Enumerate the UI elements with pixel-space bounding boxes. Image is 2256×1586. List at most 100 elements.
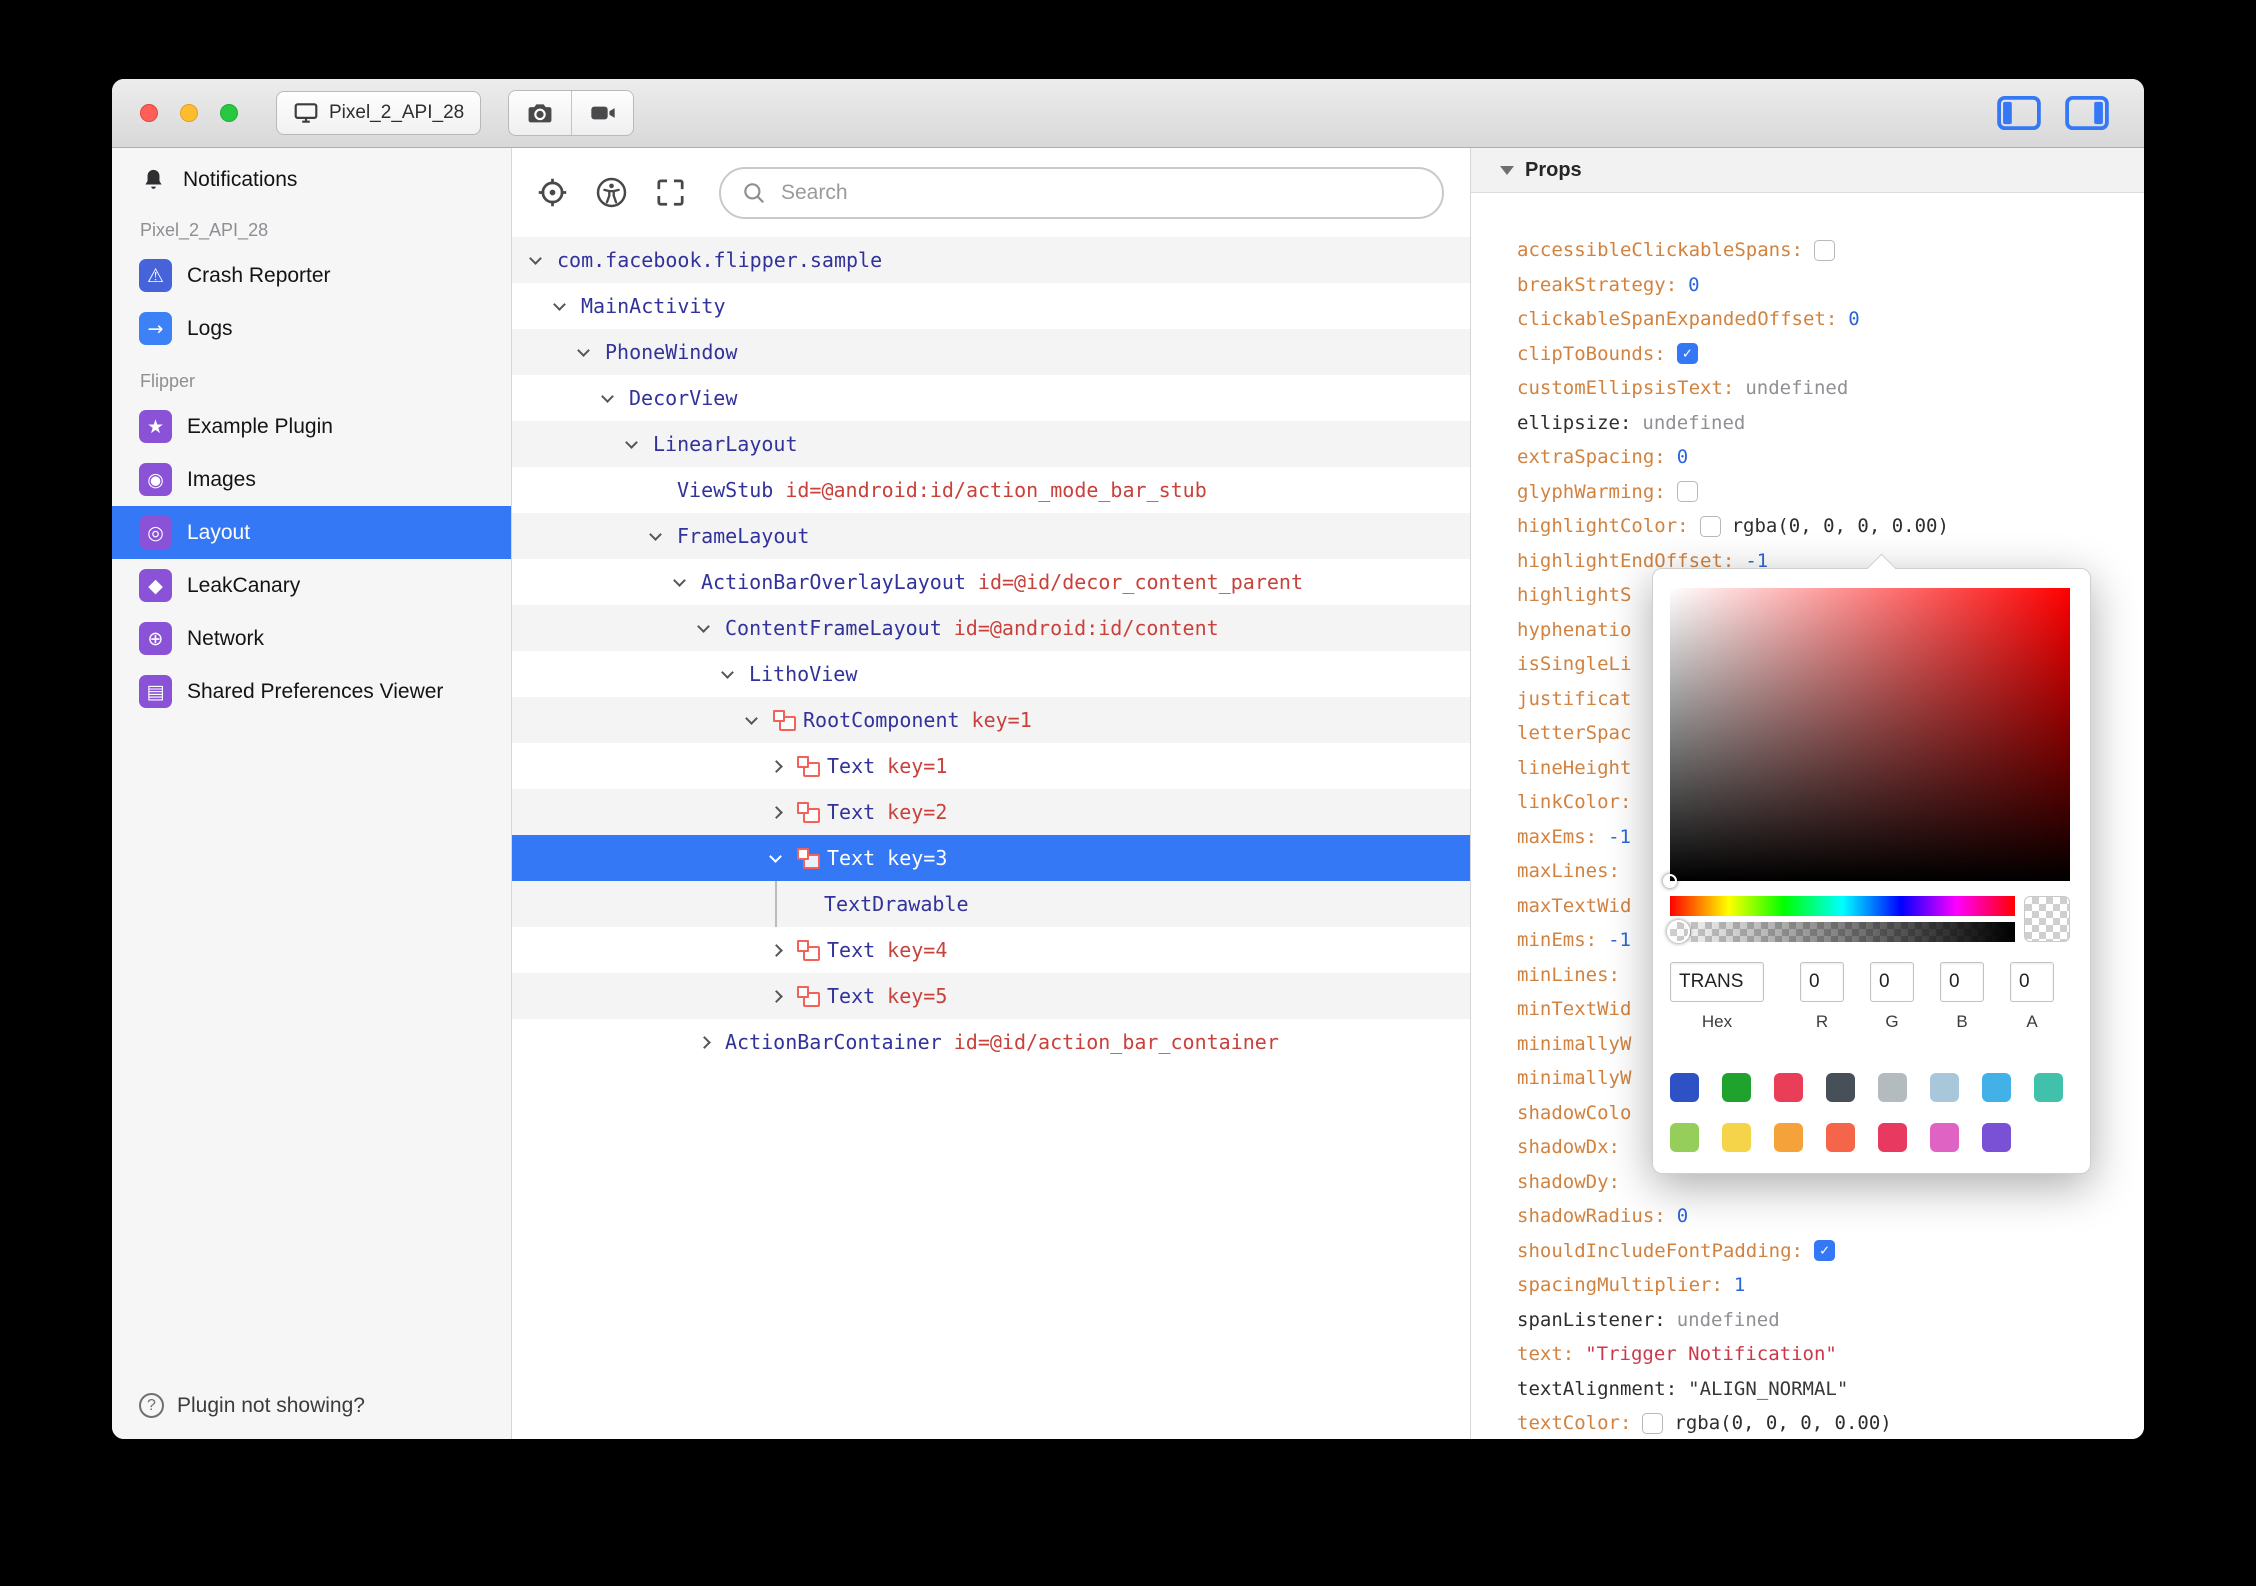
preset-color-swatch[interactable] [1930, 1073, 1959, 1102]
target-mode-button[interactable] [536, 176, 569, 209]
tree-expander-expanded-icon[interactable] [601, 375, 629, 421]
saturation-cursor[interactable] [1663, 874, 1677, 888]
prop-checkbox[interactable] [1642, 1412, 1664, 1434]
alpha-slider[interactable] [1667, 920, 2015, 943]
tree-row-text-key-4[interactable]: Text key=4 [512, 927, 1470, 973]
tree-row-actionbaroverlaylayout-id-id-decor-content-parent[interactable]: ActionBarOverlayLayout id=@id/decor_conte… [512, 559, 1470, 605]
tree-expander-collapsed-icon[interactable] [770, 743, 797, 789]
expand-tree-button[interactable] [654, 176, 687, 209]
prop-value: "ALIGN_NORMAL" [1688, 1377, 1849, 1400]
tree-expander-expanded-icon[interactable] [553, 283, 581, 329]
preset-color-swatch[interactable] [1982, 1073, 2011, 1102]
alpha-input[interactable] [2010, 962, 2054, 1002]
tree-row-viewstub-id-android-id-action-mode-bar-stub[interactable]: ViewStub id=@android:id/action_mode_bar_s… [512, 467, 1470, 513]
tree-row-text-key-1[interactable]: Text key=1 [512, 743, 1470, 789]
a-label: A [2026, 1012, 2038, 1031]
tree-row-mainactivity[interactable]: MainActivity [512, 283, 1470, 329]
alpha-cursor[interactable] [1667, 920, 1690, 943]
toggle-left-sidebar-button[interactable] [1996, 95, 2042, 131]
sidebar-item-network[interactable]: ⊕ Network [112, 612, 511, 665]
sidebar-item-notifications[interactable]: Notifications [112, 156, 511, 204]
device-selector-button[interactable]: Pixel_2_API_28 [276, 91, 482, 135]
preset-color-swatch[interactable] [1982, 1123, 2011, 1152]
tree-expander-expanded-icon[interactable] [577, 329, 605, 375]
toggle-right-sidebar-button[interactable] [2064, 95, 2110, 131]
preset-color-swatch[interactable] [1774, 1073, 1803, 1102]
tree-row-framelayout[interactable]: FrameLayout [512, 513, 1470, 559]
tree-expander-expanded-icon[interactable] [529, 237, 557, 283]
alpha-gradient [1670, 922, 2015, 942]
minimize-window-button[interactable] [180, 104, 198, 122]
prop-checkbox[interactable] [1699, 515, 1721, 537]
props-section-header[interactable]: Props [1471, 148, 2144, 193]
accessibility-mode-button[interactable] [595, 176, 628, 209]
plugin-not-showing-link[interactable]: ? Plugin not showing? [139, 1393, 365, 1418]
preset-color-swatch[interactable] [2034, 1073, 2063, 1102]
tree-row-actionbarcontainer-id-id-action-bar-container[interactable]: ActionBarContainer id=@id/action_bar_cont… [512, 1019, 1470, 1065]
tree-expander-expanded-icon[interactable] [673, 559, 701, 605]
prop-key: customEllipsisText: [1517, 377, 1735, 400]
tree-expander-collapsed-icon[interactable] [770, 789, 797, 835]
sidebar-item-shared-preferences-viewer[interactable]: ▤ Shared Preferences Viewer [112, 665, 511, 718]
hex-input[interactable] [1670, 962, 1764, 1002]
props-title: Props [1525, 158, 1582, 181]
tree-expander-collapsed-icon[interactable] [698, 1019, 725, 1065]
prop-row-extraspacing: extraSpacing: 0 [1517, 440, 2128, 475]
preset-color-swatch[interactable] [1670, 1123, 1699, 1152]
prop-key: text: [1517, 1343, 1575, 1366]
sidebar-item-logs[interactable]: → Logs [112, 302, 511, 355]
search-input[interactable] [779, 179, 1422, 206]
sidebar-item-crash-reporter[interactable]: ⚠ Crash Reporter [112, 249, 511, 302]
preset-color-swatch[interactable] [1826, 1073, 1855, 1102]
prop-key: textColor: [1517, 1412, 1632, 1435]
tree-expander-expanded-icon[interactable] [625, 421, 653, 467]
tree-expander-expanded-icon[interactable] [721, 651, 749, 697]
tree-row-textdrawable[interactable]: TextDrawable [512, 881, 1470, 927]
tree-row-linearlayout[interactable]: LinearLayout [512, 421, 1470, 467]
tree-row-contentframelayout-id-android-id-content[interactable]: ContentFrameLayout id=@android:id/content [512, 605, 1470, 651]
red-input[interactable] [1800, 962, 1844, 1002]
saturation-value-area[interactable] [1663, 588, 2070, 888]
preset-color-swatch[interactable] [1878, 1123, 1907, 1152]
tree-row-text-key-5[interactable]: Text key=5 [512, 973, 1470, 1019]
tree-row-text-key-3[interactable]: Text key=3 [512, 835, 1470, 881]
preset-color-swatch[interactable] [1722, 1123, 1751, 1152]
close-window-button[interactable] [140, 104, 158, 122]
tree-row-rootcomponent-key-1[interactable]: RootComponent key=1 [512, 697, 1470, 743]
prop-checkbox[interactable] [1676, 481, 1698, 503]
component-icon [797, 939, 820, 961]
tree-expander-expanded-icon[interactable] [769, 835, 797, 881]
prop-value: undefined [1642, 411, 1746, 434]
tree-expander-expanded-icon[interactable] [745, 697, 773, 743]
prop-checkbox[interactable]: ✓ [1813, 1240, 1835, 1262]
node-name: PhoneWindow [605, 340, 738, 364]
tree-row-text-key-2[interactable]: Text key=2 [512, 789, 1470, 835]
sidebar-item-leakcanary[interactable]: ◆ LeakCanary [112, 559, 511, 612]
prop-checkbox[interactable]: ✓ [1676, 343, 1698, 365]
tree-expander-expanded-icon[interactable] [649, 513, 677, 559]
sidebar-item-layout[interactable]: ◎ Layout [112, 506, 511, 559]
tree-expander-expanded-icon[interactable] [697, 605, 725, 651]
tree-row-decorview[interactable]: DecorView [512, 375, 1470, 421]
sidebar-item-images[interactable]: ◉ Images [112, 453, 511, 506]
preset-color-swatch[interactable] [1670, 1073, 1699, 1102]
tree-row-phonewindow[interactable]: PhoneWindow [512, 329, 1470, 375]
tree-row-lithoview[interactable]: LithoView [512, 651, 1470, 697]
screenshot-button[interactable] [509, 91, 572, 135]
hue-slider[interactable] [1670, 896, 2015, 916]
tree-expander-collapsed-icon[interactable] [770, 973, 797, 1019]
blue-input[interactable] [1940, 962, 1984, 1002]
preset-color-swatch[interactable] [1878, 1073, 1907, 1102]
preset-color-swatch[interactable] [1930, 1123, 1959, 1152]
preset-color-swatch[interactable] [1774, 1123, 1803, 1152]
tree-expander-collapsed-icon[interactable] [770, 927, 797, 973]
prop-checkbox[interactable] [1813, 239, 1835, 261]
zoom-window-button[interactable] [220, 104, 238, 122]
sidebar-item-example-plugin[interactable]: ★ Example Plugin [112, 400, 511, 453]
screen-record-button[interactable] [571, 91, 634, 135]
target-icon [536, 176, 569, 209]
tree-row-com-facebook-flipper-sample[interactable]: com.facebook.flipper.sample [512, 237, 1470, 283]
green-input[interactable] [1870, 962, 1914, 1002]
preset-color-swatch[interactable] [1826, 1123, 1855, 1152]
preset-color-swatch[interactable] [1722, 1073, 1751, 1102]
